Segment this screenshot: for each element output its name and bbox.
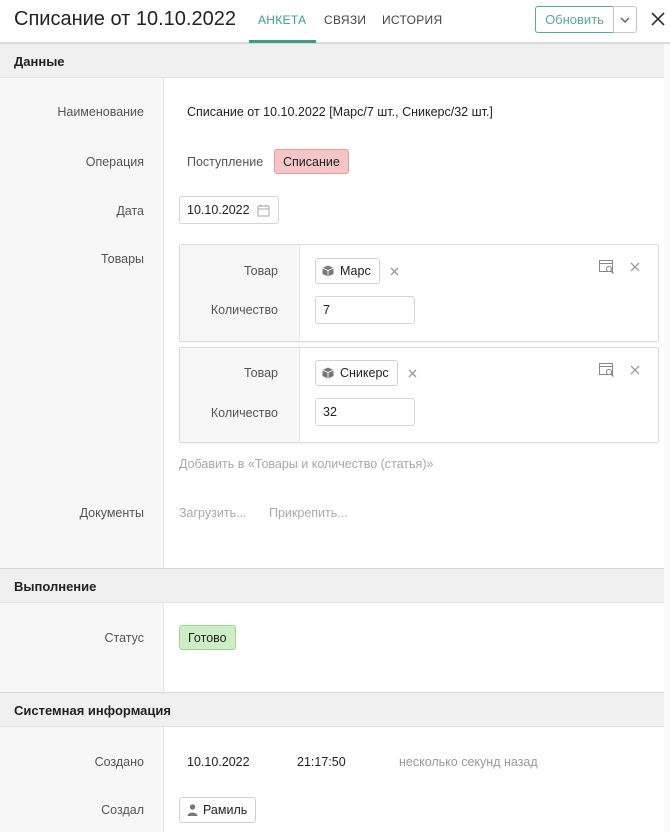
close-button[interactable] bbox=[648, 9, 668, 29]
section-system-header[interactable]: Системная информация bbox=[0, 692, 670, 727]
created-date: 10.10.2022 bbox=[187, 755, 250, 769]
documents-label: Документы bbox=[79, 506, 144, 520]
calendar-icon[interactable] bbox=[257, 204, 270, 217]
page-title: Списание от 10.10.2022 bbox=[14, 8, 236, 30]
section-system-title: Системная информация bbox=[14, 703, 171, 718]
created-relative: несколько секунд назад bbox=[399, 755, 538, 769]
window-search-icon bbox=[599, 362, 614, 377]
created-time: 21:17:50 bbox=[297, 755, 346, 769]
operation-label: Операция bbox=[85, 155, 144, 169]
box-icon bbox=[322, 367, 334, 379]
quantity-label: Количество bbox=[210, 406, 278, 420]
creator-chip[interactable]: Рамиль bbox=[179, 797, 257, 823]
remove-product-button[interactable] bbox=[405, 366, 419, 380]
attach-link[interactable]: Прикрепить... bbox=[269, 506, 348, 520]
close-icon bbox=[630, 365, 640, 375]
close-icon bbox=[651, 12, 665, 26]
box-icon bbox=[322, 265, 334, 277]
date-label: Дата bbox=[116, 204, 144, 218]
section-execution-title: Выполнение bbox=[14, 579, 97, 594]
date-value: 10.10.2022 bbox=[187, 203, 250, 217]
update-button[interactable]: Обновить bbox=[535, 6, 614, 33]
window-search-icon bbox=[599, 259, 614, 274]
product-chip[interactable]: Марс bbox=[315, 258, 380, 284]
name-value: Списание от 10.10.2022 [Марс/7 шт., Сник… bbox=[187, 105, 493, 119]
user-icon bbox=[187, 804, 198, 816]
status-badge[interactable]: Готово bbox=[179, 625, 236, 650]
status-label: Статус bbox=[104, 631, 144, 645]
operation-option-writeoff[interactable]: Списание bbox=[274, 149, 349, 174]
section-data-header[interactable]: Данные bbox=[0, 43, 670, 78]
goods-item-card: Товар Сникерс Количество bbox=[179, 347, 659, 443]
goods-item-label-column bbox=[180, 348, 300, 442]
remove-goods-item-button[interactable] bbox=[626, 258, 644, 276]
product-label: Товар bbox=[243, 264, 278, 278]
quantity-field[interactable] bbox=[315, 296, 415, 324]
goods-item-card: Товар Марс Количество bbox=[179, 244, 659, 342]
creator-name: Рамиль bbox=[203, 803, 248, 817]
close-icon bbox=[390, 267, 398, 275]
tab-anketa[interactable]: АНКЕТА bbox=[258, 13, 306, 27]
product-label: Товар bbox=[243, 366, 278, 380]
quantity-field[interactable] bbox=[315, 398, 415, 426]
created-label: Создано bbox=[94, 755, 144, 769]
record-header: Списание от 10.10.2022 АНКЕТА СВЯЗИ ИСТО… bbox=[0, 0, 670, 43]
quantity-label: Количество bbox=[210, 303, 278, 317]
goods-label: Товары bbox=[101, 252, 144, 266]
tab-history[interactable]: ИСТОРИЯ bbox=[382, 13, 442, 27]
close-icon bbox=[408, 369, 416, 377]
add-goods-link[interactable]: Добавить в «Товары и количество (статья)… bbox=[179, 457, 433, 471]
execution-label-column bbox=[0, 603, 164, 692]
close-icon bbox=[630, 262, 640, 272]
update-menu-button[interactable] bbox=[613, 6, 637, 33]
tab-links[interactable]: СВЯЗИ bbox=[324, 13, 366, 27]
creator-label: Создал bbox=[101, 803, 144, 817]
section-data-title: Данные bbox=[14, 54, 65, 69]
section-execution-header[interactable]: Выполнение bbox=[0, 568, 670, 603]
product-name: Марс bbox=[340, 264, 371, 278]
scrollbar[interactable] bbox=[664, 44, 670, 832]
data-label-column bbox=[0, 78, 164, 568]
remove-product-button[interactable] bbox=[387, 264, 401, 278]
upload-link[interactable]: Загрузить... bbox=[179, 506, 247, 520]
name-label: Наименование bbox=[57, 105, 144, 119]
product-name: Сникерс bbox=[340, 366, 389, 380]
date-field[interactable]: 10.10.2022 bbox=[179, 196, 279, 224]
open-record-button[interactable] bbox=[598, 361, 616, 379]
goods-item-label-column bbox=[180, 245, 300, 341]
remove-goods-item-button[interactable] bbox=[626, 361, 644, 379]
product-chip[interactable]: Сникерс bbox=[315, 360, 398, 386]
open-record-button[interactable] bbox=[598, 258, 616, 276]
operation-option-income[interactable]: Поступление bbox=[179, 149, 271, 174]
chevron-down-icon bbox=[620, 17, 630, 23]
